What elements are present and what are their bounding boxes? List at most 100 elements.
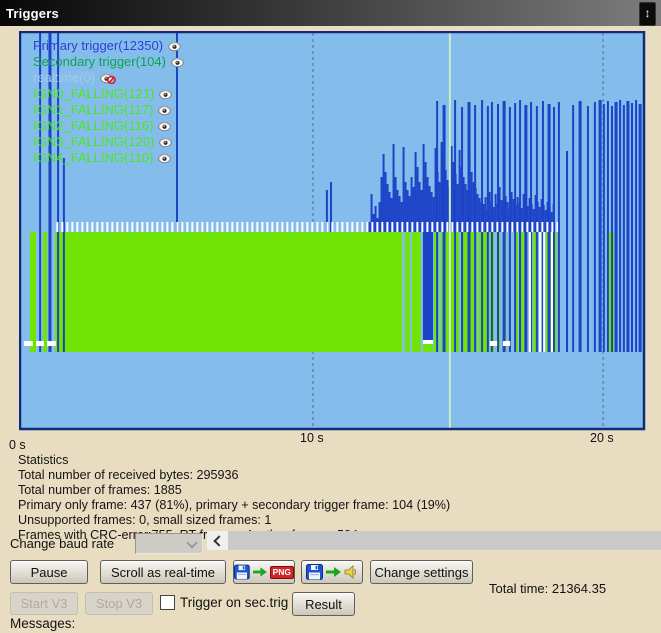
save-as-png-button[interactable]: PNG xyxy=(233,560,295,584)
legend-item-label: IGN4_FALLING(110) xyxy=(33,150,153,166)
legend-item-label: Secondary trigger(104) xyxy=(33,54,166,70)
visibility-eye-icon[interactable] xyxy=(159,137,175,148)
floppy-disk-icon xyxy=(306,564,323,580)
x-tick-label: 20 s xyxy=(590,431,614,445)
total-time-text: Total time: 21364.35 xyxy=(489,581,606,596)
legend-item: IGN0_FALLING(121) xyxy=(33,86,187,102)
blue-tall-spike xyxy=(572,105,574,352)
change-settings-label: Change settings xyxy=(375,565,469,580)
statistics-line: Primary only frame: 437 (81%), primary +… xyxy=(18,498,450,513)
visibility-eye-icon[interactable] xyxy=(171,57,187,68)
change-settings-button[interactable]: Change settings xyxy=(370,560,473,584)
legend-item-label: IGN1_FALLING(117) xyxy=(33,102,153,118)
blue-tall-spike xyxy=(639,104,642,352)
blue-tall-spike xyxy=(594,102,596,352)
stop-v3-button[interactable]: Stop V3 xyxy=(85,592,153,615)
green-signal-bar xyxy=(423,344,433,352)
scroll-left-button[interactable] xyxy=(207,531,228,550)
blue-tall-spike xyxy=(474,105,476,352)
blue-spike xyxy=(459,150,461,232)
blue-spike xyxy=(429,186,431,232)
legend-item: Secondary trigger(104) xyxy=(33,54,187,70)
blue-tall-spike xyxy=(635,100,637,352)
pause-button[interactable]: Pause xyxy=(10,560,88,584)
trigger-on-sectrig-label[interactable]: Trigger on sec.trig xyxy=(180,595,288,610)
blue-tall-spike xyxy=(519,100,521,352)
pause-button-label: Pause xyxy=(31,565,68,580)
resize-arrows-icon: ↕ xyxy=(645,6,651,20)
blue-tall-spike xyxy=(63,158,65,352)
blue-tall-spike xyxy=(615,102,618,352)
blue-spike xyxy=(409,196,411,232)
legend-item-label: IGN2_FALLING(116) xyxy=(33,118,153,134)
visibility-disabled-eye-icon[interactable] xyxy=(100,73,116,84)
blue-tall-spike xyxy=(611,106,613,352)
blue-spike xyxy=(375,206,377,232)
blue-tall-spike xyxy=(607,101,609,352)
legend-item-label: Primary trigger(12350) xyxy=(33,38,163,54)
blue-tall-spike xyxy=(566,151,568,352)
green-signal-bar xyxy=(30,232,36,352)
blue-spike xyxy=(415,152,417,232)
blue-tall-spike xyxy=(599,100,602,352)
blue-tall-spike xyxy=(514,103,516,352)
blue-spike xyxy=(465,184,467,232)
blue-spike xyxy=(383,154,385,232)
blue-spike xyxy=(395,177,397,232)
blue-spike xyxy=(485,197,487,232)
legend-item: Primary trigger(12350) xyxy=(33,38,187,54)
white-bottom-dash xyxy=(36,341,44,346)
green-arrow-icon xyxy=(326,567,341,577)
blue-spike xyxy=(389,192,391,232)
blue-spike xyxy=(385,172,387,232)
green-signal-bar xyxy=(412,232,421,352)
visibility-eye-icon[interactable] xyxy=(168,41,184,52)
green-arrow-icon xyxy=(253,567,267,577)
start-v3-button[interactable]: Start V3 xyxy=(10,592,78,615)
green-signal-bar xyxy=(43,232,47,352)
blue-spike xyxy=(479,198,481,232)
statistics-line: Unsupported frames: 0, small sized frame… xyxy=(18,513,450,528)
statistics-block: Statistics Total number of received byte… xyxy=(18,453,450,543)
green-signal-band xyxy=(55,232,402,352)
stop-v3-label: Stop V3 xyxy=(96,596,142,611)
green-signal-bar xyxy=(405,232,410,352)
scroll-as-realtime-button[interactable]: Scroll as real-time xyxy=(100,560,226,584)
blue-spike xyxy=(393,144,395,232)
resize-window-button[interactable]: ↕ xyxy=(639,2,656,26)
start-v3-label: Start V3 xyxy=(21,596,68,611)
blue-spike xyxy=(451,146,453,232)
triggers-window: Triggers ↕ Primary trigger(12350) Second… xyxy=(0,0,661,633)
blue-spike xyxy=(423,144,425,232)
white-bottom-dash xyxy=(47,341,56,346)
visibility-eye-icon[interactable] xyxy=(158,153,174,164)
legend-item: IGN2_FALLING(116) xyxy=(33,118,187,134)
x-tick-label: 0 s xyxy=(9,438,26,452)
speaker-icon xyxy=(344,565,358,579)
blue-spike xyxy=(419,182,421,232)
blue-spike xyxy=(379,202,381,232)
x-tick-label: 10 s xyxy=(300,431,324,445)
visibility-eye-icon[interactable] xyxy=(158,105,174,116)
statistics-heading: Statistics xyxy=(18,453,450,468)
legend-item-label: IGN0_FALLING(121) xyxy=(33,86,154,102)
baud-rate-select[interactable] xyxy=(135,533,203,554)
save-as-audio-button[interactable] xyxy=(301,560,363,584)
blue-spike xyxy=(369,222,371,232)
title-bar: Triggers xyxy=(0,0,661,26)
blue-tall-spike xyxy=(587,106,589,352)
trigger-on-sectrig-checkbox[interactable] xyxy=(160,595,175,610)
chart-legend: Primary trigger(12350) Secondary trigger… xyxy=(33,38,187,166)
visibility-eye-icon[interactable] xyxy=(158,121,174,132)
result-button[interactable]: Result xyxy=(292,592,355,616)
horizontal-scrollbar[interactable] xyxy=(207,531,661,550)
blue-spike xyxy=(439,182,441,232)
trigger-chart-area: Primary trigger(12350) Secondary trigger… xyxy=(19,31,646,431)
visibility-eye-icon[interactable] xyxy=(159,89,175,100)
blue-spike xyxy=(399,196,401,232)
blue-tall-spike xyxy=(558,102,560,352)
blue-spike xyxy=(539,207,541,232)
blue-spike xyxy=(403,147,405,232)
blue-spike xyxy=(489,192,491,232)
white-bottom-dash xyxy=(503,341,510,346)
